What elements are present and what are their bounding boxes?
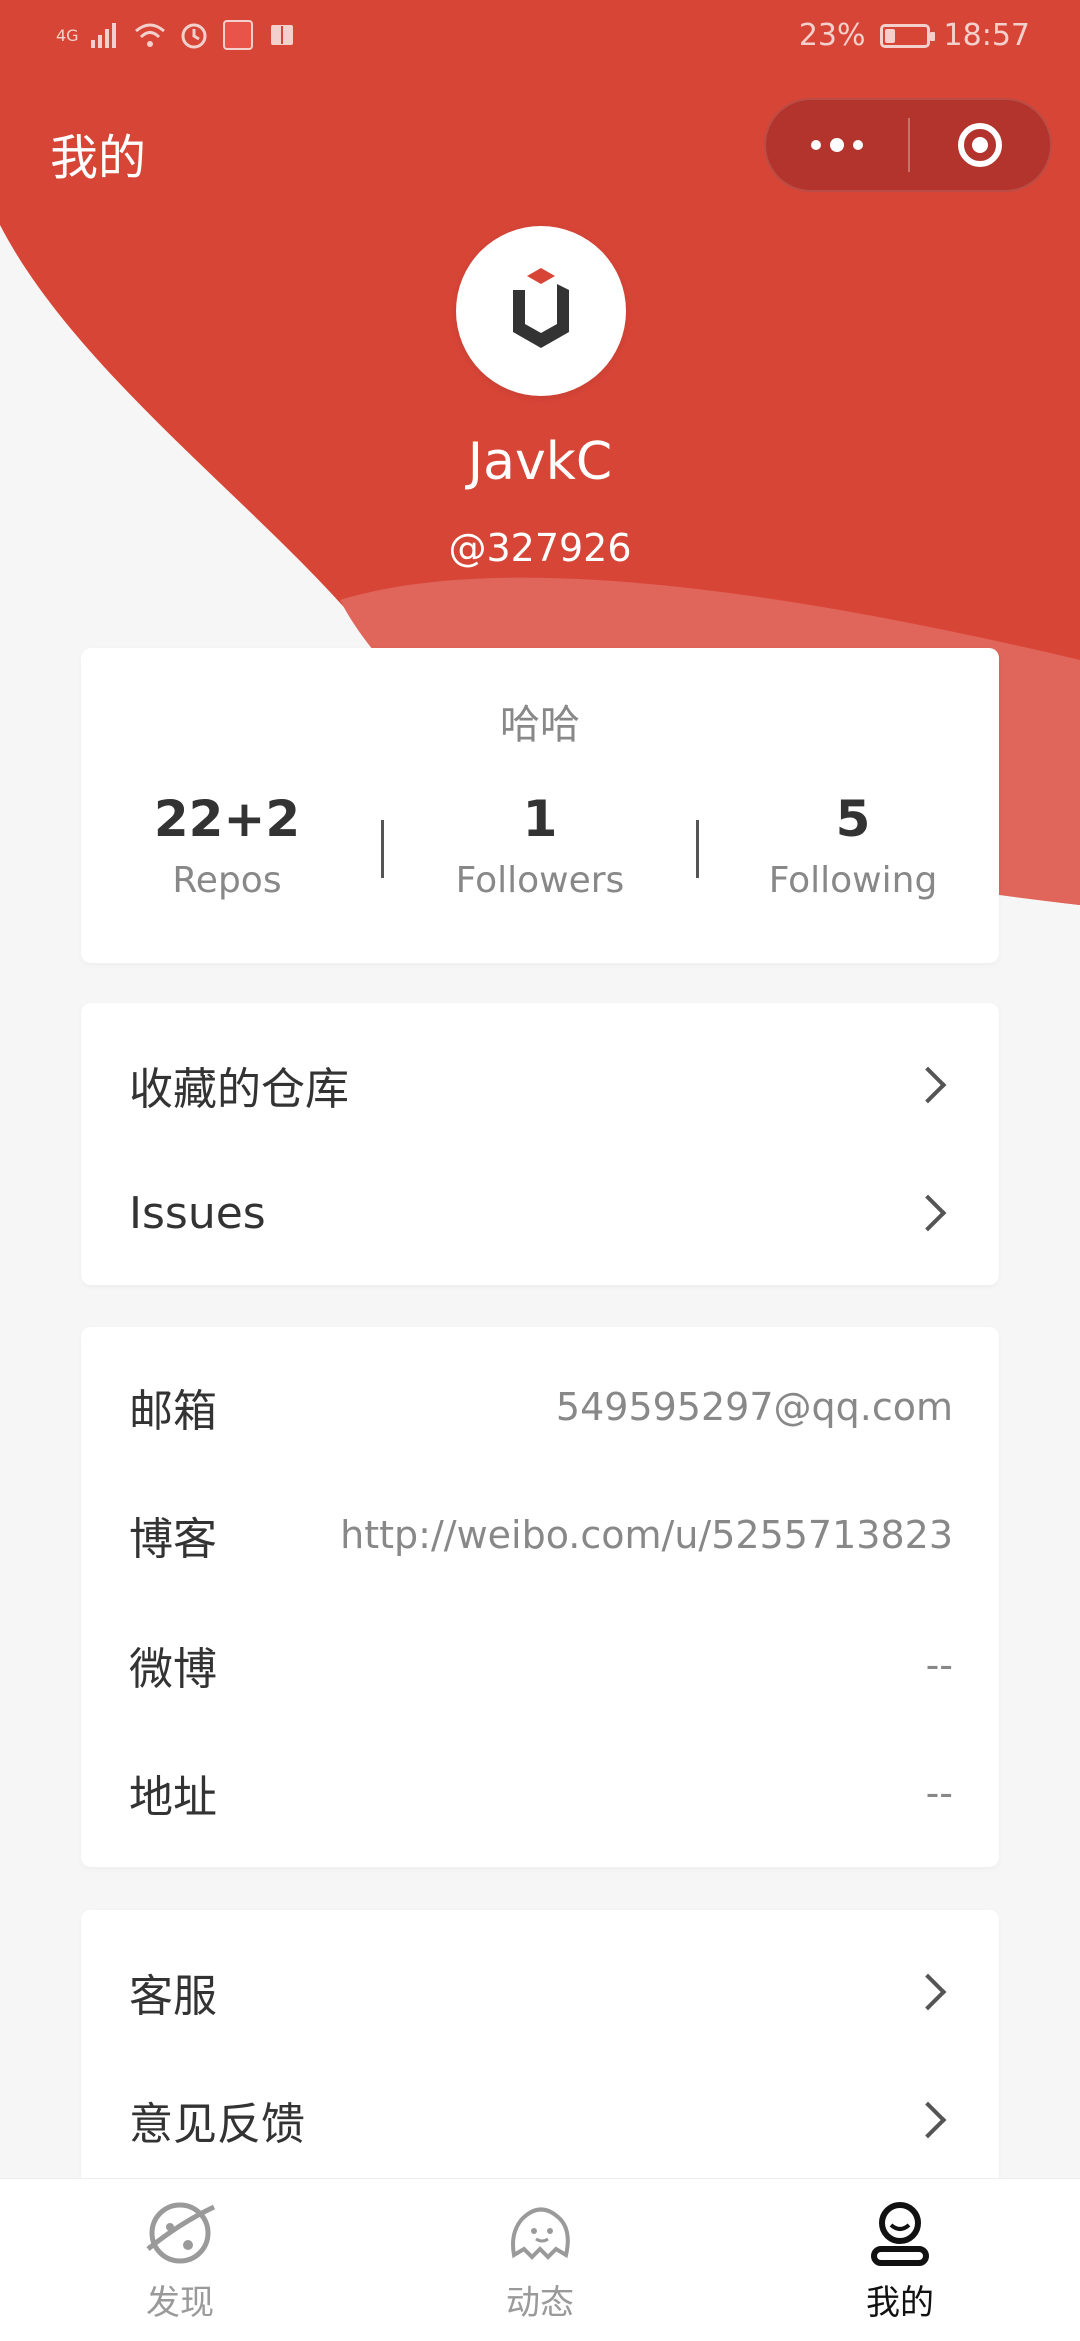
tab-bar: 发现 动态 我的: [0, 2178, 1080, 2341]
list-item-label: 意见反馈: [129, 2099, 305, 2150]
info-label: 地址: [129, 1772, 217, 1823]
info-address: 地址 --: [129, 1753, 953, 1833]
stats-card: 哈哈 22+2 Repos 1 Followers 5 Following: [81, 648, 999, 963]
app-notification-icon: [222, 20, 253, 50]
close-target-icon[interactable]: [910, 100, 1050, 190]
list-item-label: Issues: [129, 1187, 266, 1239]
username: JavkC: [467, 432, 613, 492]
stat-value: 1: [522, 790, 558, 848]
tab-activity[interactable]: 动态: [360, 2179, 720, 2341]
info-label: 邮箱: [129, 1386, 217, 1437]
ghost-icon: [511, 2207, 570, 2260]
chevron-right-icon: [909, 1194, 947, 1232]
info-email: 邮箱 549595297@qq.com: [129, 1367, 953, 1447]
status-right: 23% 18:57: [799, 18, 1030, 53]
tab-discover[interactable]: 发现: [0, 2179, 360, 2341]
miniprogram-capsule: [764, 98, 1052, 192]
signal-icon: [90, 23, 116, 48]
info-blog: 博客 http://weibo.com/u/5255713823: [129, 1495, 953, 1575]
more-dots-icon[interactable]: [766, 100, 908, 190]
starred-repos-item[interactable]: 收藏的仓库: [129, 1045, 953, 1125]
wifi-icon: [134, 23, 165, 47]
battery-icon: [879, 23, 935, 48]
info-value[interactable]: http://weibo.com/u/5255713823: [340, 1513, 953, 1557]
stat-following[interactable]: 5 Following: [703, 790, 1003, 901]
stat-repos[interactable]: 22+2 Repos: [77, 790, 377, 901]
chevron-right-icon: [909, 1066, 947, 1104]
list-item-label: 收藏的仓库: [129, 1064, 349, 1115]
list-item-label: 客服: [129, 1971, 217, 2022]
status-left-icons: 4G: [56, 18, 299, 52]
issues-item[interactable]: Issues: [129, 1173, 953, 1253]
services-card: 客服 意见反馈: [81, 1910, 999, 2210]
links-card: 收藏的仓库 Issues: [81, 1003, 999, 1285]
stat-divider: [696, 820, 699, 878]
stat-divider: [381, 820, 384, 878]
alarm-icon: [181, 23, 207, 49]
status-bar: 4G 23% 18:57: [0, 0, 1080, 75]
tab-mine[interactable]: 我的: [720, 2179, 1080, 2341]
info-weibo: 微博 --: [129, 1625, 953, 1705]
info-value: --: [925, 1643, 953, 1687]
tab-label: 我的: [866, 2283, 934, 2323]
info-label: 博客: [129, 1514, 217, 1565]
info-card: 邮箱 549595297@qq.com 博客 http://weibo.com/…: [81, 1327, 999, 1867]
avatar[interactable]: [456, 226, 626, 396]
info-value: --: [925, 1771, 953, 1815]
clock: 18:57: [943, 18, 1030, 53]
battery-percent: 23%: [798, 18, 866, 53]
user-handle: @327926: [448, 526, 632, 570]
stat-label: Repos: [172, 860, 282, 901]
stat-followers[interactable]: 1 Followers: [390, 790, 690, 901]
book-notification-icon: [270, 25, 293, 45]
user-icon: [871, 2202, 929, 2266]
info-value[interactable]: 549595297@qq.com: [556, 1385, 953, 1429]
planet-icon: [146, 2202, 216, 2264]
network-type: 4G: [56, 25, 79, 45]
stat-label: Following: [768, 860, 938, 901]
customer-service-item[interactable]: 客服: [129, 1952, 953, 2032]
tab-label: 发现: [146, 2283, 214, 2323]
tab-label: 动态: [506, 2283, 574, 2323]
page-title: 我的: [50, 130, 147, 186]
stat-value: 22+2: [153, 790, 301, 848]
chevron-right-icon: [909, 1973, 947, 2011]
user-bio: 哈哈: [500, 702, 580, 748]
chevron-right-icon: [909, 2101, 947, 2139]
stat-label: Followers: [455, 860, 625, 901]
cube-logo-icon: [513, 268, 569, 348]
stat-value: 5: [835, 790, 871, 848]
info-label: 微博: [129, 1644, 217, 1695]
feedback-item[interactable]: 意见反馈: [129, 2080, 953, 2160]
